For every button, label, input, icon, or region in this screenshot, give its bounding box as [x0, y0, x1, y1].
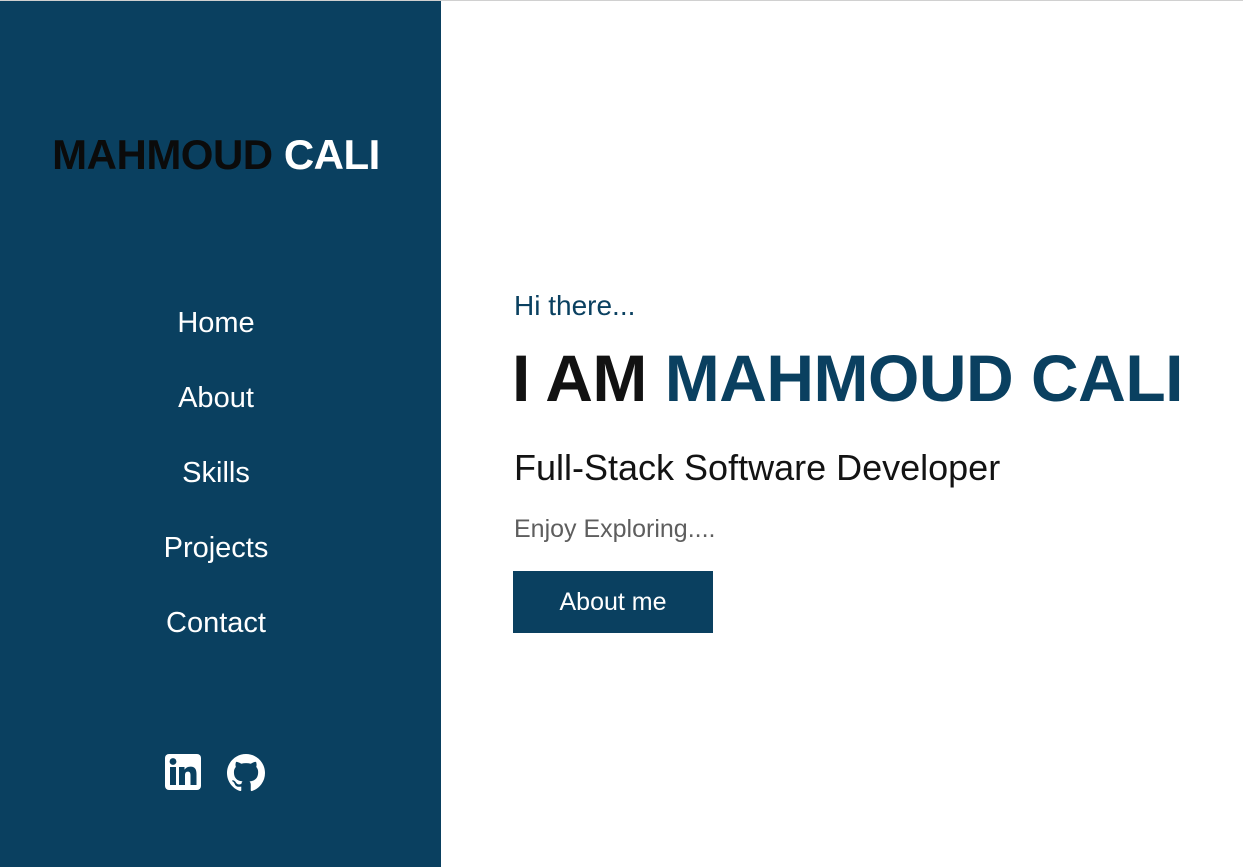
sidebar: MAHMOUD CALI Home About Skills Projects …	[0, 1, 441, 867]
about-me-button[interactable]: About me	[513, 571, 713, 633]
hero-headline: I AM MAHMOUD CALI	[512, 338, 1183, 418]
headline-name: MAHMOUD CALI	[664, 341, 1184, 415]
sidebar-nav: Home About Skills Projects Contact	[0, 298, 432, 673]
nav-item-contact: Contact	[0, 598, 432, 673]
nav-link-projects[interactable]: Projects	[164, 523, 269, 573]
portfolio-page: MAHMOUD CALI Home About Skills Projects …	[0, 0, 1243, 867]
hero-role: Full-Stack Software Developer	[514, 447, 1001, 488]
hero-greeting: Hi there...	[514, 290, 636, 321]
nav-link-skills[interactable]: Skills	[182, 448, 250, 498]
linkedin-icon[interactable]	[165, 754, 205, 796]
logo-first-name: MAHMOUD	[52, 131, 273, 178]
site-logo[interactable]: MAHMOUD CALI	[0, 129, 432, 181]
headline-prefix: I AM	[512, 341, 647, 415]
hero-tagline: Enjoy Exploring....	[514, 515, 716, 543]
nav-link-about[interactable]: About	[178, 373, 254, 423]
nav-item-skills: Skills	[0, 448, 432, 523]
social-links	[165, 754, 267, 796]
nav-item-projects: Projects	[0, 523, 432, 598]
nav-item-about: About	[0, 373, 432, 448]
github-icon[interactable]	[227, 754, 267, 796]
logo-last-name: CALI	[283, 131, 381, 178]
nav-link-contact[interactable]: Contact	[166, 598, 266, 648]
nav-link-home[interactable]: Home	[177, 298, 254, 348]
nav-item-home: Home	[0, 298, 432, 373]
